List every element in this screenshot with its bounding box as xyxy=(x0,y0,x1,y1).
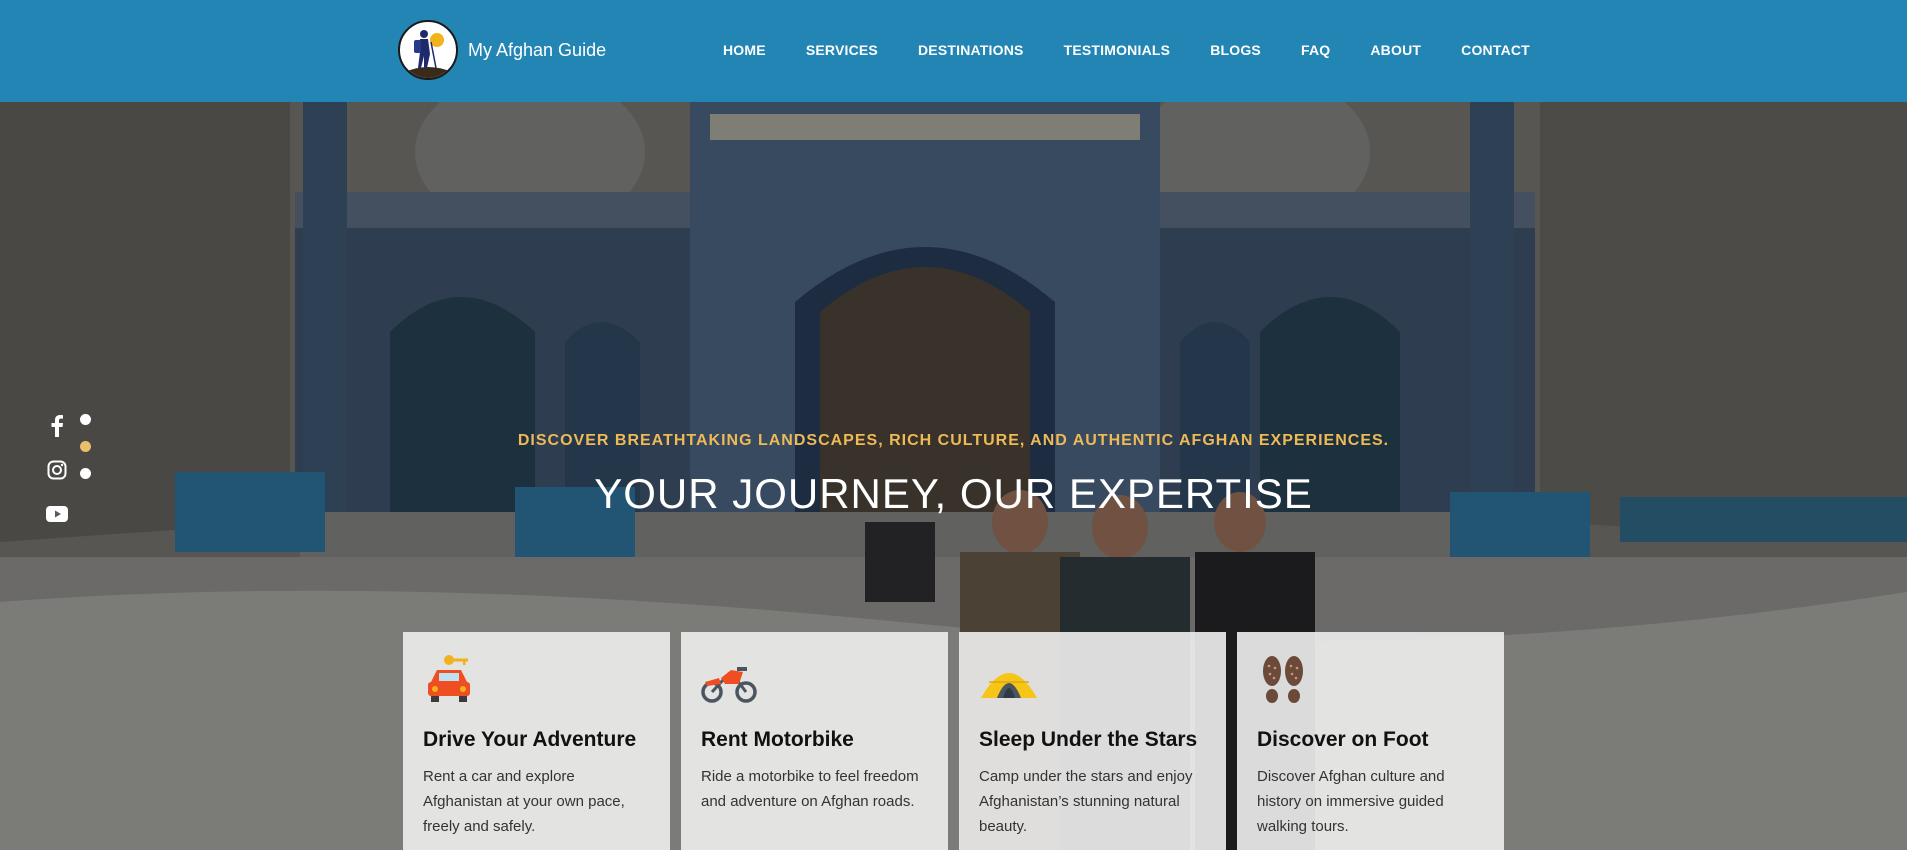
logo-link[interactable]: My Afghan Guide xyxy=(398,20,606,80)
card-title: Rent Motorbike xyxy=(701,728,854,751)
hero-tagline: DISCOVER BREATHTAKING LANDSCAPES, RICH C… xyxy=(517,432,1390,449)
card-title: Drive Your Adventure xyxy=(423,728,637,751)
nav-services[interactable]: SERVICES xyxy=(806,42,878,58)
nav-contact[interactable]: CONTACT xyxy=(1461,42,1530,58)
nav-testimonials[interactable]: TESTIMONIALS xyxy=(1064,42,1171,58)
nav-home[interactable]: HOME xyxy=(723,42,766,58)
logo-icon xyxy=(398,20,458,80)
nav-faq[interactable]: FAQ xyxy=(1301,42,1330,58)
nav-blogs[interactable]: BLOGS xyxy=(1210,42,1261,58)
page-bottom-strip xyxy=(0,850,1907,865)
main-nav: HOME SERVICES DESTINATIONS TESTIMONIALS … xyxy=(723,42,1570,58)
card-sleep-stars[interactable]: Sleep Under the Stars Camp under the sta… xyxy=(959,632,1226,850)
card-description: Rent a car and explore Afghanistan at yo… xyxy=(423,768,625,835)
card-title: Discover on Foot xyxy=(1257,728,1429,751)
card-discover-foot[interactable]: Discover on Foot Discover Afghan culture… xyxy=(1237,632,1504,850)
card-title: Sleep Under the Stars xyxy=(979,728,1198,751)
card-description: Ride a motorbike to feel freedom and adv… xyxy=(701,768,919,810)
tent-icon xyxy=(979,654,1039,706)
hero-headline: YOUR JOURNEY, OUR EXPERTISE xyxy=(594,470,1313,517)
card-description: Discover Afghan culture and history on i… xyxy=(1257,768,1445,835)
car-key-icon xyxy=(423,654,483,706)
motorbike-icon xyxy=(701,654,761,706)
card-rent-motorbike[interactable]: Rent Motorbike Ride a motorbike to feel … xyxy=(681,632,948,850)
card-drive-adventure[interactable]: Drive Your Adventure Rent a car and expl… xyxy=(403,632,670,850)
slider-dot-1[interactable] xyxy=(80,414,91,425)
footprints-icon xyxy=(1257,654,1317,706)
service-cards: Drive Your Adventure Rent a car and expl… xyxy=(403,632,1515,850)
card-description: Camp under the stars and enjoy Afghanist… xyxy=(979,768,1193,835)
nav-destinations[interactable]: DESTINATIONS xyxy=(918,42,1024,58)
brand-name: My Afghan Guide xyxy=(468,39,607,60)
site-header: My Afghan Guide HOME SERVICES DESTINATIO… xyxy=(0,0,1907,102)
hero-section: DISCOVER BREATHTAKING LANDSCAPES, RICH C… xyxy=(0,102,1907,850)
nav-about[interactable]: ABOUT xyxy=(1370,42,1421,58)
